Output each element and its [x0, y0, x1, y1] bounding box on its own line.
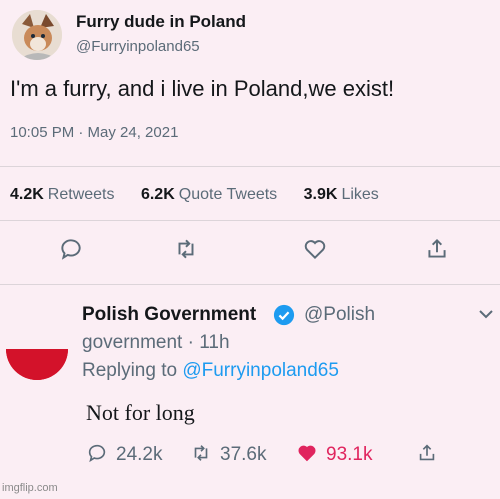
poland-flag-icon: [6, 318, 68, 380]
furry-avatar-icon: [12, 10, 62, 60]
reply-retweet-button[interactable]: 37.6k: [190, 442, 266, 470]
author-handle[interactable]: @Furryinpoland65: [76, 38, 200, 55]
reply-time[interactable]: · 11h: [182, 332, 230, 353]
divider: [0, 220, 500, 221]
reply-author-name[interactable]: Polish Government: [82, 304, 256, 326]
retweets-count: 4.2K: [10, 186, 44, 203]
reply-author-handle[interactable]: @Polish: [304, 304, 375, 326]
comment-button[interactable]: [58, 236, 84, 262]
like-count: 93.1k: [326, 444, 373, 465]
share-icon: [419, 444, 435, 461]
like-button[interactable]: [302, 236, 328, 262]
retweets-stat[interactable]: 4.2K Retweets: [10, 186, 115, 203]
retweet-icon: [194, 445, 208, 461]
verified-badge-icon: [273, 304, 295, 326]
tweet-stats: 4.2K Retweets 6.2K Quote Tweets 3.9K Likes: [10, 186, 401, 204]
divider: [0, 166, 500, 167]
retweet-count: 37.6k: [220, 444, 267, 465]
heart-filled-icon: [298, 445, 316, 462]
reply-tweet: Polish Government @Polish government · 1…: [0, 290, 500, 470]
retweet-button[interactable]: [173, 236, 199, 262]
author-name[interactable]: Furry dude in Poland: [76, 12, 246, 32]
avatar[interactable]: [12, 10, 62, 60]
tweet-timestamp[interactable]: 10:05 PM · May 24, 2021: [10, 124, 178, 141]
quote-tweets-label: Quote Tweets: [178, 186, 278, 203]
comment-icon: [88, 444, 106, 463]
mention-link[interactable]: @Furryinpoland65: [182, 360, 339, 381]
reply-count: 24.2k: [116, 444, 163, 465]
reply-author-handle-continued: government · 11h: [82, 332, 230, 354]
avatar[interactable]: [6, 318, 68, 380]
reply-share-button[interactable]: [416, 442, 438, 470]
retweet-icon: [178, 239, 194, 259]
watermark: imgflip.com: [2, 482, 58, 494]
share-icon: [428, 238, 446, 258]
divider: [0, 284, 500, 285]
quote-tweets-count: 6.2K: [140, 186, 175, 203]
likes-count: 3.9K: [303, 186, 338, 203]
reply-text: Not for long: [86, 400, 195, 425]
replying-to: Replying to @Furryinpoland65: [82, 360, 339, 382]
retweets-label: Retweets: [47, 186, 115, 203]
reply-like-button[interactable]: 93.1k: [296, 442, 372, 470]
reply-comment-button[interactable]: 24.2k: [86, 442, 162, 470]
comment-icon: [61, 239, 81, 260]
replying-prefix: Replying to: [82, 360, 183, 381]
likes-label: Likes: [341, 186, 379, 203]
chevron-down-icon[interactable]: [478, 308, 494, 320]
share-button[interactable]: [424, 236, 450, 262]
likes-stat[interactable]: 3.9K Likes: [304, 186, 379, 203]
handle-part2[interactable]: government: [82, 332, 182, 353]
tweet-text: I'm a furry, and i live in Poland,we exi…: [10, 76, 395, 101]
quote-tweets-stat[interactable]: 6.2K Quote Tweets: [141, 186, 277, 203]
heart-icon: [304, 240, 326, 260]
